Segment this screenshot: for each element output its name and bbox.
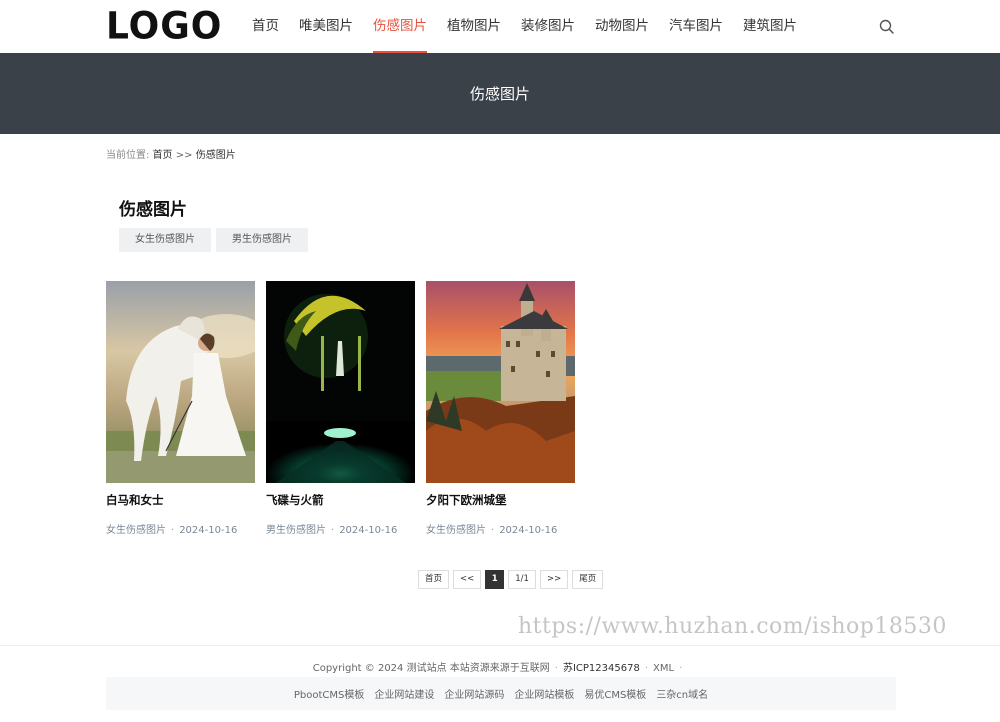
pagination-page-1[interactable]: 1 <box>485 570 505 589</box>
copyright-text: Copyright © 2024 测试站点 本站资源来源于互联网 <box>312 663 550 674</box>
xml-link[interactable]: XML <box>653 663 674 674</box>
card-thumbnail-horse[interactable] <box>106 281 255 483</box>
card-date: 2024-10-16 <box>179 525 238 536</box>
card-title[interactable]: 白马和女士 <box>106 492 255 508</box>
subcategory-male[interactable]: 男生伤感图片 <box>216 228 308 252</box>
nav-item-plants[interactable]: 植物图片 <box>437 0 511 53</box>
pagination-last[interactable]: 尾页 <box>572 570 604 589</box>
search-icon[interactable] <box>878 18 896 36</box>
category-title: 伤感图片 <box>119 200 187 220</box>
card-date: 2024-10-16 <box>339 525 398 536</box>
nav-item-architecture[interactable]: 建筑图片 <box>733 0 807 53</box>
nav-item-home[interactable]: 首页 <box>242 0 289 53</box>
footer-divider <box>0 645 1000 646</box>
breadcrumb-home[interactable]: 首页 <box>153 150 173 161</box>
page-banner: 伤感图片 <box>0 53 1000 134</box>
watermark: https://www.huzhan.com/ishop18530 <box>518 614 947 639</box>
footer-link[interactable]: 企业网站模板 <box>514 686 574 701</box>
main-nav: 首页 唯美图片 伤感图片 植物图片 装修图片 动物图片 汽车图片 建筑图片 <box>242 0 807 53</box>
footer-link[interactable]: 企业网站建设 <box>374 686 434 701</box>
site-logo[interactable]: LOGO <box>106 7 222 47</box>
footer-link[interactable]: 三杂cn域名 <box>656 686 708 701</box>
pagination-next[interactable]: >> <box>539 570 569 589</box>
nav-item-animals[interactable]: 动物图片 <box>585 0 659 53</box>
subcategory-female[interactable]: 女生伤感图片 <box>119 228 211 252</box>
image-card: 白马和女士 女生伤感图片 · 2024-10-16 <box>106 281 255 536</box>
image-card: 夕阳下欧洲城堡 女生伤感图片 · 2024-10-16 <box>426 281 575 536</box>
pagination-info: 1/1 <box>508 570 536 589</box>
card-category[interactable]: 女生伤感图片 <box>426 525 486 536</box>
card-thumbnail-castle[interactable] <box>426 281 575 483</box>
card-date: 2024-10-16 <box>499 525 558 536</box>
breadcrumb: 当前位置: 首页 >> 伤感图片 <box>106 146 236 161</box>
nav-item-cars[interactable]: 汽车图片 <box>659 0 733 53</box>
nav-item-decoration[interactable]: 装修图片 <box>511 0 585 53</box>
site-header: LOGO 首页 唯美图片 伤感图片 植物图片 装修图片 动物图片 汽车图片 建筑… <box>0 0 1000 53</box>
pagination-prev[interactable]: << <box>453 570 482 589</box>
card-thumbnail-ufo[interactable] <box>266 281 415 483</box>
image-card: 飞碟与火箭 男生伤感图片 · 2024-10-16 <box>266 281 415 536</box>
card-meta: 女生伤感图片 · 2024-10-16 <box>426 525 558 536</box>
breadcrumb-separator: >> <box>175 150 193 161</box>
pagination-first[interactable]: 首页 <box>418 570 450 589</box>
card-category[interactable]: 女生伤感图片 <box>106 525 166 536</box>
card-meta: 女生伤感图片 · 2024-10-16 <box>106 525 238 536</box>
footer-link[interactable]: 易优CMS模板 <box>584 686 646 701</box>
nav-item-beautiful[interactable]: 唯美图片 <box>289 0 363 53</box>
card-category[interactable]: 男生伤感图片 <box>266 525 326 536</box>
banner-title: 伤感图片 <box>469 85 530 103</box>
breadcrumb-current[interactable]: 伤感图片 <box>196 150 236 161</box>
footer-link[interactable]: 企业网站源码 <box>444 686 504 701</box>
image-grid: 白马和女士 女生伤感图片 · 2024-10-16 飞碟与火箭 男生伤感图片 ·… <box>106 281 575 536</box>
footer-copyright: Copyright © 2024 测试站点 本站资源来源于互联网 · 苏ICP123… <box>312 663 683 674</box>
card-meta: 男生伤感图片 · 2024-10-16 <box>266 525 398 536</box>
subcategory-list: 女生伤感图片 男生伤感图片 <box>119 228 308 252</box>
card-title[interactable]: 飞碟与火箭 <box>266 492 415 508</box>
footer-link[interactable]: PbootCMS模板 <box>294 686 365 701</box>
nav-item-sad[interactable]: 伤感图片 <box>363 0 437 53</box>
card-title[interactable]: 夕阳下欧洲城堡 <box>426 492 575 508</box>
breadcrumb-label: 当前位置: <box>106 150 150 161</box>
pagination: 首页 << 1 1/1 >> 尾页 <box>418 570 604 589</box>
footer-links: PbootCMS模板 企业网站建设 企业网站源码 企业网站模板 易优CMS模板 … <box>106 677 896 710</box>
icp-link[interactable]: 苏ICP12345678 <box>563 663 640 674</box>
